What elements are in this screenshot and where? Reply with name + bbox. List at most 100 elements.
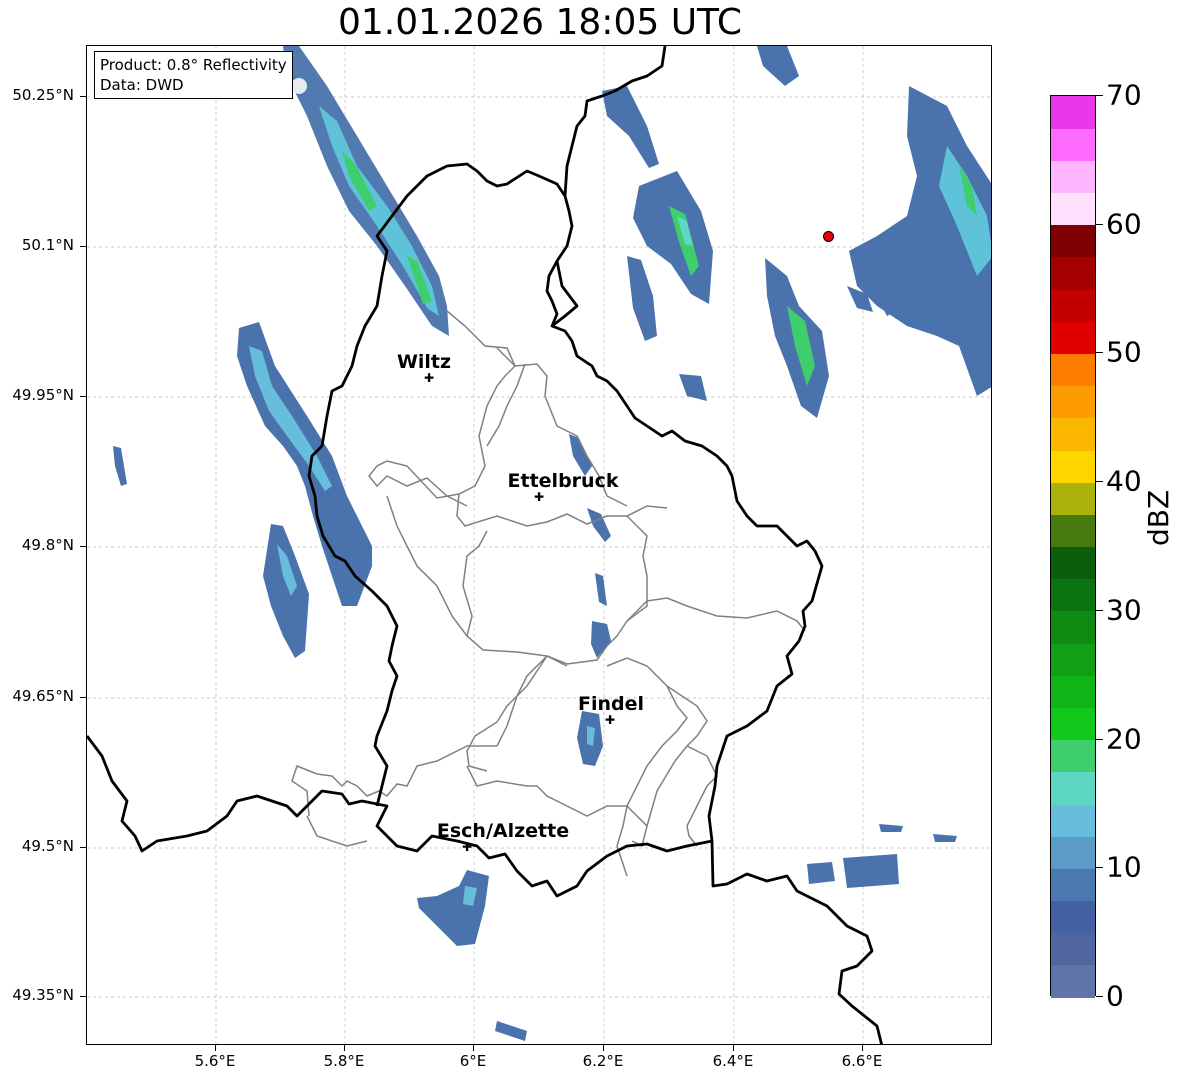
echo-speck-w (113, 446, 127, 486)
echo-se-1 (807, 862, 835, 884)
echo-se-2 (843, 854, 899, 888)
colorbar-segment (1051, 803, 1095, 837)
colorbar (1050, 95, 1096, 998)
xtick-mark (344, 1045, 345, 1051)
ytick-mark (80, 697, 86, 698)
colorbar-tick-mark (1096, 738, 1103, 740)
echo-core-w (249, 346, 332, 491)
info-box: Product: 0.8° Reflectivity Data: DWD (94, 51, 293, 99)
colorbar-segment (1051, 836, 1095, 869)
city-label-wiltz: Wiltz (396, 351, 452, 373)
radar-map[interactable] (86, 45, 992, 1045)
xtick-mark (473, 1045, 474, 1051)
xtick-label: 6°E (459, 1052, 487, 1070)
colorbar-tick-label: 0 (1106, 979, 1124, 1013)
colorbar-tick-mark (1096, 481, 1103, 483)
ytick-mark (80, 96, 86, 97)
xtick-label: 5.6°E (194, 1052, 236, 1070)
colorbar-segment (1051, 610, 1095, 644)
colorbar-tick-mark (1096, 95, 1103, 96)
colorbar-segment (1051, 900, 1095, 934)
data-source-label: Data: DWD (100, 76, 184, 94)
colorbar-segment (1051, 256, 1095, 290)
city-label-findel: Findel (577, 693, 645, 715)
ytick-mark (80, 546, 86, 547)
canton-borders (291, 310, 806, 877)
colorbar-segment (1051, 739, 1095, 773)
xtick-mark (215, 1045, 216, 1051)
colorbar-segment (1051, 385, 1095, 419)
colorbar-segment (1051, 964, 1095, 998)
colorbar-segment (1051, 932, 1095, 966)
city-marker-icon: ✚ (461, 840, 473, 854)
colorbar-segment (1051, 289, 1095, 322)
ytick-mark (80, 396, 86, 397)
ytick-label: 49.8°N (21, 536, 74, 554)
echo-se-3 (879, 824, 903, 832)
colorbar-segment (1051, 449, 1095, 483)
gridlines (87, 46, 991, 1044)
ytick-mark (80, 246, 86, 247)
colorbar-segment (1051, 96, 1095, 129)
echo-center-3 (591, 621, 611, 658)
echo-ne-1 (602, 86, 659, 168)
city-marker-icon: ✚ (604, 713, 616, 727)
xtick-label: 6.4°E (712, 1052, 754, 1070)
colorbar-segment (1051, 224, 1095, 258)
colorbar-segment (1051, 160, 1095, 194)
map-canvas (87, 46, 991, 1044)
colorbar-segment (1051, 771, 1095, 805)
echo-south-2 (495, 1021, 527, 1041)
colorbar-tick-label: 60 (1106, 207, 1142, 241)
xtick-mark (862, 1045, 863, 1051)
ytick-label: 49.65°N (12, 687, 74, 705)
colorbar-tick-mark (1096, 867, 1103, 869)
ytick-label: 49.35°N (12, 986, 74, 1004)
colorbar-segment (1051, 546, 1095, 580)
ytick-mark (80, 847, 86, 848)
xtick-label: 5.8°E (323, 1052, 365, 1070)
colorbar-segment (1051, 578, 1095, 612)
echo-ne-6 (757, 46, 799, 86)
colorbar-segment (1051, 128, 1095, 161)
colorbar-tick-label: 30 (1106, 593, 1142, 627)
colorbar-tick-label: 10 (1106, 850, 1142, 884)
product-label: Product: 0.8° Reflectivity (100, 56, 287, 74)
colorbar-segment (1051, 707, 1095, 741)
colorbar-tick-mark (1096, 996, 1103, 997)
ytick-mark (80, 996, 86, 997)
map-title: 01.01.2026 18:05 UTC (337, 2, 743, 43)
echo-south (417, 870, 489, 946)
xtick-label: 6.6°E (841, 1052, 883, 1070)
colorbar-tick-label: 50 (1106, 335, 1142, 369)
colorbar-segment (1051, 868, 1095, 902)
colorbar-tick-mark (1096, 609, 1103, 611)
colorbar-tick-mark (1096, 352, 1103, 354)
echo-center-2 (595, 573, 607, 606)
city-marker-icon: ✚ (423, 371, 435, 385)
echo-nw-speck (291, 78, 307, 94)
xtick-mark (733, 1045, 734, 1051)
location-marker[interactable] (823, 231, 834, 242)
colorbar-tick-label: 70 (1106, 78, 1142, 112)
colorbar-segment (1051, 321, 1095, 355)
colorbar-tick-label: 20 (1106, 722, 1142, 756)
city-label-esch-alzette: Esch/Alzette (436, 820, 570, 842)
echo-ne-3 (627, 256, 657, 341)
ytick-label: 49.95°N (12, 386, 74, 404)
echo-se-4 (933, 834, 957, 842)
xtick-label: 6.2°E (582, 1052, 624, 1070)
colorbar-segment (1051, 675, 1095, 708)
echo-center-1 (587, 508, 611, 542)
colorbar-segment (1051, 482, 1095, 515)
echo-band-sw (263, 524, 309, 658)
city-label-ettelbruck: Ettelbruck (507, 470, 619, 492)
colorbar-segment (1051, 643, 1095, 676)
ytick-label: 50.25°N (12, 86, 74, 104)
xtick-mark (603, 1045, 604, 1051)
city-marker-icon: ✚ (533, 490, 545, 504)
colorbar-segment (1051, 514, 1095, 548)
colorbar-tick-label: 40 (1106, 464, 1142, 498)
colorbar-segment (1051, 192, 1095, 226)
colorbar-segment (1051, 353, 1095, 387)
